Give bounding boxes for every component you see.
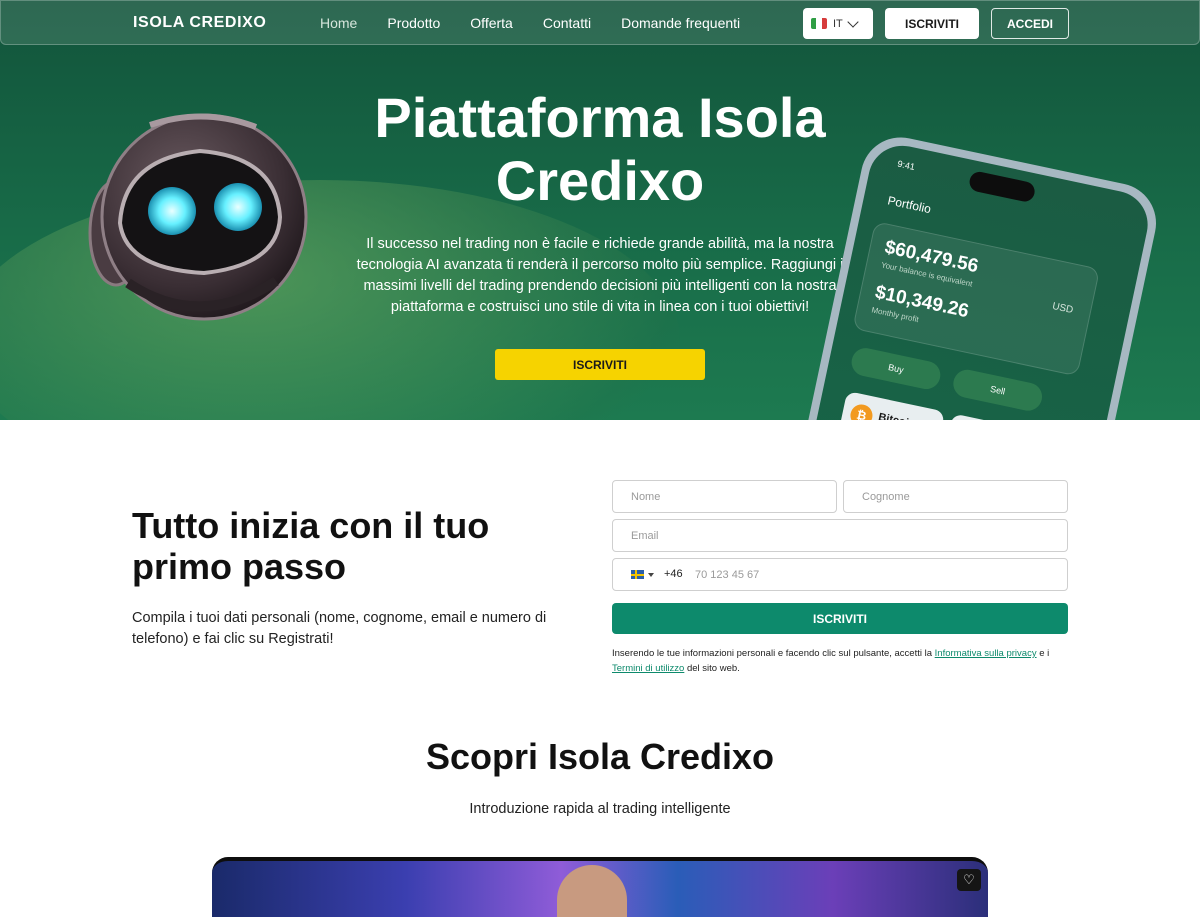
nav-login-button[interactable]: ACCEDI	[991, 8, 1069, 39]
legal-prefix: Inserendo le tue informazioni personali …	[612, 648, 935, 659]
phone-input[interactable]	[693, 563, 1053, 587]
phone-coin-name: Bitcoin	[877, 411, 916, 420]
discover-subtitle: Introduzione rapida al trading intellige…	[469, 801, 731, 817]
first-name-input[interactable]	[612, 480, 837, 513]
chevron-down-icon	[847, 15, 859, 28]
phone-field: +46	[612, 558, 1068, 591]
legal-middle: e i	[1036, 648, 1050, 659]
signup-description: Compila i tuoi dati personali (nome, cog…	[132, 610, 547, 647]
hero-signup-button[interactable]: ISCRIVITI	[495, 349, 705, 380]
phone-notch	[967, 170, 1037, 204]
legal-disclaimer: Inserendo le tue informazioni personali …	[612, 646, 1068, 676]
language-selector[interactable]: IT	[803, 8, 873, 39]
video-presenter	[557, 865, 627, 917]
last-name-input[interactable]	[843, 480, 1068, 513]
terms-of-use-link[interactable]: Termini di utilizzo	[612, 663, 684, 674]
dial-code: +46	[664, 568, 683, 580]
flag-sweden-icon[interactable]	[631, 570, 644, 579]
email-input[interactable]	[612, 519, 1068, 552]
flag-italy-icon	[811, 18, 827, 29]
hero-section: Piattaforma Isola Credixo Il successo ne…	[0, 0, 1200, 420]
privacy-policy-link[interactable]: Informativa sulla privacy	[935, 648, 1037, 659]
phone-portfolio-title: Portfolio	[886, 193, 933, 217]
phone-buy-button: Buy	[849, 345, 943, 392]
nav-link-home[interactable]: Home	[320, 15, 357, 31]
bitcoin-icon: ₿	[848, 402, 875, 420]
phone-second-coin-card	[940, 413, 1051, 420]
phone-time: 9:41	[896, 158, 916, 173]
hero-description: Il successo nel trading non è facile e r…	[356, 236, 844, 315]
nav-links: Home Prodotto Offerta Contatti Domande f…	[320, 15, 770, 31]
nav-link-offer[interactable]: Offerta	[470, 15, 513, 31]
signup-submit-button[interactable]: ISCRIVITI	[612, 603, 1068, 634]
nav-link-product[interactable]: Prodotto	[387, 15, 440, 31]
site-logo[interactable]: ISOLA CREDIXO	[133, 14, 266, 32]
nav-link-faq[interactable]: Domande frequenti	[621, 15, 740, 31]
top-navbar: ISOLA CREDIXO Home Prodotto Offerta Cont…	[0, 0, 1200, 45]
intro-video[interactable]	[212, 857, 988, 917]
signup-heading: Tutto inizia con il tuo primo passo	[132, 505, 490, 587]
legal-suffix: del sito web.	[684, 663, 740, 674]
heart-icon[interactable]: ♡	[957, 869, 981, 891]
phone-sell-button: Sell	[950, 367, 1045, 414]
phone-currency: USD	[1051, 300, 1075, 317]
phone-bitcoin-card: ₿ Bitcoin	[834, 390, 946, 420]
language-code: IT	[833, 17, 843, 30]
robot-illustration	[88, 113, 308, 321]
hero-title: Piattaforma Isola Credixo	[374, 86, 826, 212]
nav-link-contacts[interactable]: Contatti	[543, 15, 591, 31]
nav-signup-button[interactable]: ISCRIVITI	[885, 8, 979, 39]
country-dropdown-arrow-icon[interactable]	[648, 573, 654, 577]
discover-title: Scopri Isola Credixo	[425, 736, 775, 777]
